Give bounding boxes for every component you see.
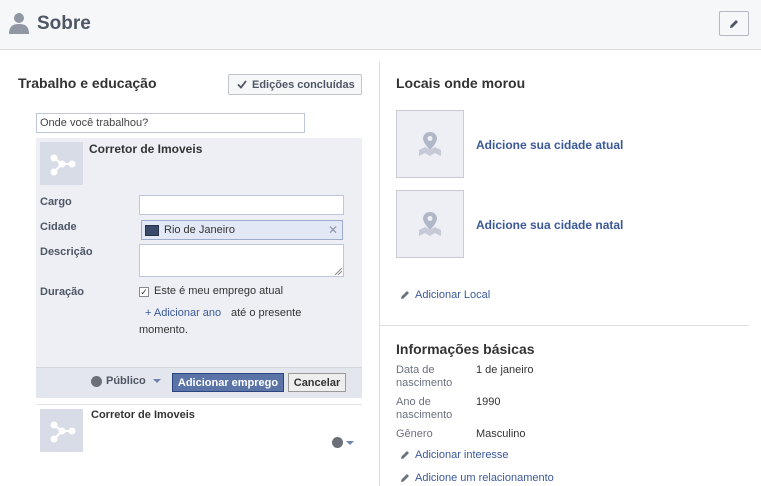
add-interest-label: Adicionar interesse xyxy=(415,449,509,461)
employer-name: Corretor de Imoveis xyxy=(89,142,203,156)
birth-year-label-line2: nascimento xyxy=(396,409,453,421)
existing-job-privacy[interactable] xyxy=(332,437,354,448)
until-present-text: até o presente xyxy=(231,307,302,319)
pencil-icon xyxy=(401,451,409,459)
add-relationship-link[interactable]: Adicione um relacionamento xyxy=(400,472,554,484)
map-pin-icon xyxy=(419,212,441,236)
city-value: Rio de Janeiro xyxy=(164,224,235,236)
pencil-icon xyxy=(401,291,409,299)
birth-date-label-line1: Data de xyxy=(396,364,435,376)
city-flag-icon xyxy=(145,224,159,236)
gender-label: Gênero xyxy=(396,428,433,440)
privacy-selector[interactable]: Público xyxy=(91,375,161,387)
privacy-label: Público xyxy=(106,375,146,387)
birth-year-label: Ano de nascimento xyxy=(396,396,452,422)
birth-date-value: 1 de janeiro xyxy=(476,364,534,376)
pencil-icon xyxy=(730,19,738,28)
edit-button[interactable] xyxy=(719,11,749,36)
page-title: Sobre xyxy=(37,13,91,34)
position-input[interactable] xyxy=(139,195,344,215)
add-hometown-link[interactable]: Adicione sua cidade natal xyxy=(476,218,623,232)
divider xyxy=(36,404,362,405)
duration-label: Duração xyxy=(40,286,85,298)
chevron-down-icon xyxy=(346,440,354,445)
until-present-text-2: momento. xyxy=(139,324,188,336)
share-icon xyxy=(50,421,75,442)
chevron-down-icon xyxy=(152,379,161,383)
checkmark-icon xyxy=(237,80,247,89)
add-place-label: Adicionar Local xyxy=(415,289,491,301)
current-city-thumbnail[interactable] xyxy=(396,110,464,178)
employer-thumbnail xyxy=(40,142,83,185)
add-current-city-link[interactable]: Adicione sua cidade atual xyxy=(476,138,623,152)
page-header: Sobre xyxy=(0,0,761,50)
add-relationship-label: Adicione um relacionamento xyxy=(415,472,554,484)
hometown-thumbnail[interactable] xyxy=(396,190,464,258)
description-textarea[interactable] xyxy=(139,244,344,277)
cancel-button[interactable]: Cancelar xyxy=(288,373,346,392)
workplace-search-placeholder: Onde você trabalhou? xyxy=(40,117,149,129)
map-pin-icon xyxy=(419,132,441,156)
basic-info-section-title: Informações básicas xyxy=(396,341,535,357)
globe-icon xyxy=(91,375,102,387)
birth-year-label-line1: Ano de xyxy=(396,396,431,408)
resize-handle-icon[interactable] xyxy=(335,268,342,275)
share-icon xyxy=(50,154,75,175)
add-place-link[interactable]: Adicionar Local xyxy=(400,289,490,301)
existing-job-thumbnail xyxy=(40,409,83,452)
pencil-icon xyxy=(401,474,409,482)
work-section-title: Trabalho e educação xyxy=(18,75,157,91)
current-job-checkbox[interactable]: ✓ xyxy=(139,287,149,297)
birth-year-value: 1990 xyxy=(476,396,501,408)
person-icon xyxy=(9,13,29,34)
column-divider xyxy=(379,62,380,486)
add-job-button[interactable]: Adicionar emprego xyxy=(172,373,284,392)
existing-job-name[interactable]: Corretor de Imoveis xyxy=(91,409,195,421)
birth-date-label: Data de nascimento xyxy=(396,364,452,390)
done-editing-button[interactable]: Edições concluídas xyxy=(228,74,362,95)
city-label: Cidade xyxy=(40,221,77,233)
current-job-label: Este é meu emprego atual xyxy=(154,285,284,297)
section-divider xyxy=(379,325,749,326)
description-label: Descrição xyxy=(40,246,93,258)
done-editing-label: Edições concluídas xyxy=(252,78,355,91)
gender-value: Masculino xyxy=(476,428,526,440)
position-label: Cargo xyxy=(40,196,72,208)
add-year-link[interactable]: + Adicionar ano xyxy=(145,307,221,319)
remove-city-icon[interactable]: ✕ xyxy=(328,223,338,237)
workplace-search-input[interactable]: Onde você trabalhou? xyxy=(36,113,305,133)
city-token[interactable]: Rio de Janeiro ✕ xyxy=(141,220,343,240)
add-interest-link[interactable]: Adicionar interesse xyxy=(400,449,509,461)
birth-date-label-line2: nascimento xyxy=(396,377,453,389)
places-section-title: Locais onde morou xyxy=(396,75,526,91)
globe-icon xyxy=(332,437,343,448)
